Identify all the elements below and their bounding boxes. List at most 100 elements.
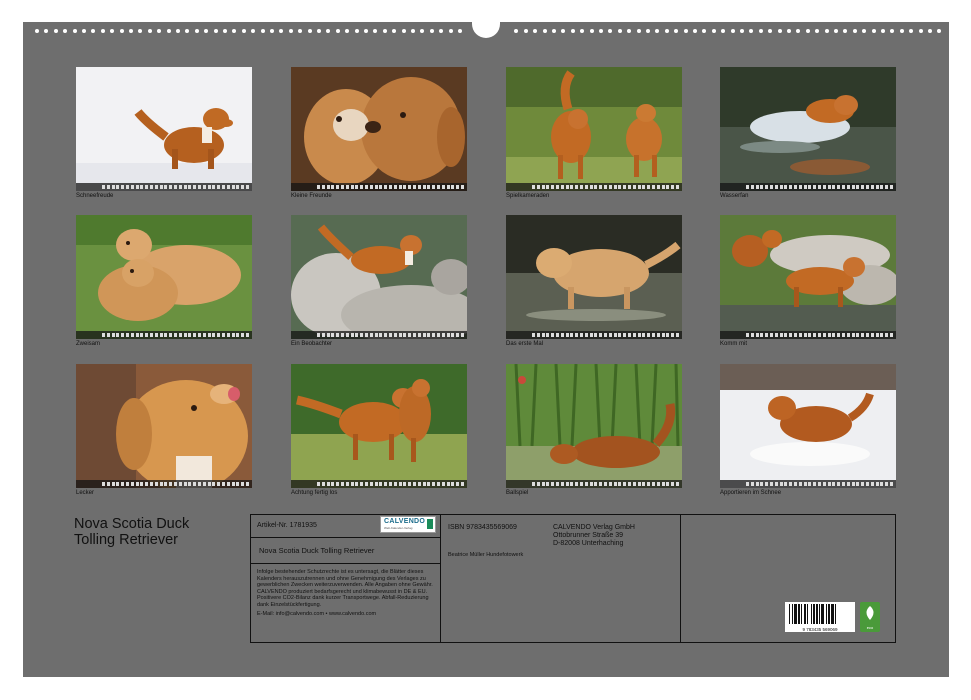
logo-text: CALVENDO (384, 518, 426, 525)
day-marker (613, 482, 617, 486)
barcode-bar (807, 604, 808, 624)
binding-hole (232, 29, 237, 33)
day-marker (594, 333, 598, 337)
photo-caption: Das erste Mal (506, 341, 544, 347)
day-marker (130, 185, 134, 189)
binding-hole (533, 29, 538, 33)
day-marker (121, 482, 125, 486)
binding-hole (204, 29, 209, 33)
photo-caption: Ballspiel (506, 490, 529, 496)
day-marker (599, 185, 603, 189)
day-marker (536, 482, 540, 486)
day-marker (202, 333, 206, 337)
day-marker (140, 185, 144, 189)
day-marker (369, 333, 373, 337)
day-marker (111, 185, 115, 189)
divider (251, 537, 440, 538)
day-marker (885, 482, 889, 486)
day-marker (154, 482, 158, 486)
day-marker (217, 333, 221, 337)
barcode-bar (826, 604, 827, 624)
day-marker (803, 333, 807, 337)
day-marker (226, 185, 230, 189)
binding-hole (176, 29, 180, 33)
binding-hole (608, 29, 613, 33)
day-marker (341, 333, 344, 337)
day-marker (145, 333, 149, 337)
day-marker (456, 482, 460, 486)
day-marker (336, 333, 340, 337)
day-marker (422, 185, 426, 189)
photo-caption: Lecker (76, 490, 95, 496)
day-marker (880, 185, 884, 189)
publisher-name: CALVENDO Verlag GmbH (553, 524, 635, 531)
day-marker (226, 333, 230, 337)
day-marker (350, 185, 354, 189)
day-marker (642, 333, 646, 337)
day-marker (671, 333, 675, 337)
day-marker (827, 185, 831, 189)
day-marker (661, 333, 665, 337)
day-marker (135, 333, 139, 337)
day-marker (169, 333, 173, 337)
binding-hole (523, 29, 528, 33)
photo-tile: Spielkameraden (506, 67, 682, 199)
calendar-strip (506, 183, 682, 191)
day-marker (746, 185, 749, 189)
day-marker (760, 333, 764, 337)
day-marker (403, 482, 407, 486)
binding-hole (288, 29, 293, 33)
day-marker (398, 333, 402, 337)
day-marker (345, 185, 349, 189)
day-marker (379, 482, 383, 486)
day-marker (236, 482, 240, 486)
binding-hole (664, 29, 669, 33)
day-marker (755, 333, 759, 337)
day-marker (326, 185, 330, 189)
day-marker (647, 482, 651, 486)
day-marker (575, 333, 579, 337)
photo-ein-beobachter (291, 215, 467, 339)
day-marker (880, 333, 884, 337)
binding-hole (711, 29, 716, 33)
day-marker (437, 333, 440, 337)
day-marker (890, 482, 893, 486)
day-marker (870, 482, 874, 486)
day-marker (750, 333, 754, 337)
photo-tile: Kleine Freunde (291, 67, 467, 199)
day-marker (408, 333, 412, 337)
day-marker (870, 185, 874, 189)
day-marker (875, 482, 879, 486)
binding-hole (401, 29, 406, 33)
day-marker (317, 482, 320, 486)
day-marker (676, 333, 679, 337)
day-marker (584, 185, 588, 189)
day-marker (856, 185, 860, 189)
day-marker (647, 185, 651, 189)
barcode-bar (819, 604, 820, 624)
photo-spielkameraden (506, 67, 682, 191)
calendar-strip (76, 480, 252, 488)
day-marker (846, 333, 850, 337)
day-marker (604, 333, 607, 337)
day-marker (784, 185, 788, 189)
day-marker (770, 333, 773, 337)
binding-hole (100, 29, 105, 33)
day-marker (541, 482, 545, 486)
day-marker (851, 333, 855, 337)
day-marker (321, 185, 325, 189)
day-marker (570, 333, 574, 337)
photo-tile: Zweisam (76, 215, 252, 347)
binding-hole (251, 29, 256, 33)
day-marker (560, 185, 564, 189)
day-marker (837, 185, 841, 189)
day-marker (556, 333, 559, 337)
day-marker (604, 482, 607, 486)
day-marker (885, 185, 889, 189)
binding-hole (899, 29, 904, 33)
day-marker (866, 482, 869, 486)
binding-hole (552, 29, 556, 33)
calendar-title: Nova Scotia Duck Tolling Retriever (74, 516, 244, 548)
binding-hole (617, 29, 622, 33)
day-marker (317, 333, 320, 337)
